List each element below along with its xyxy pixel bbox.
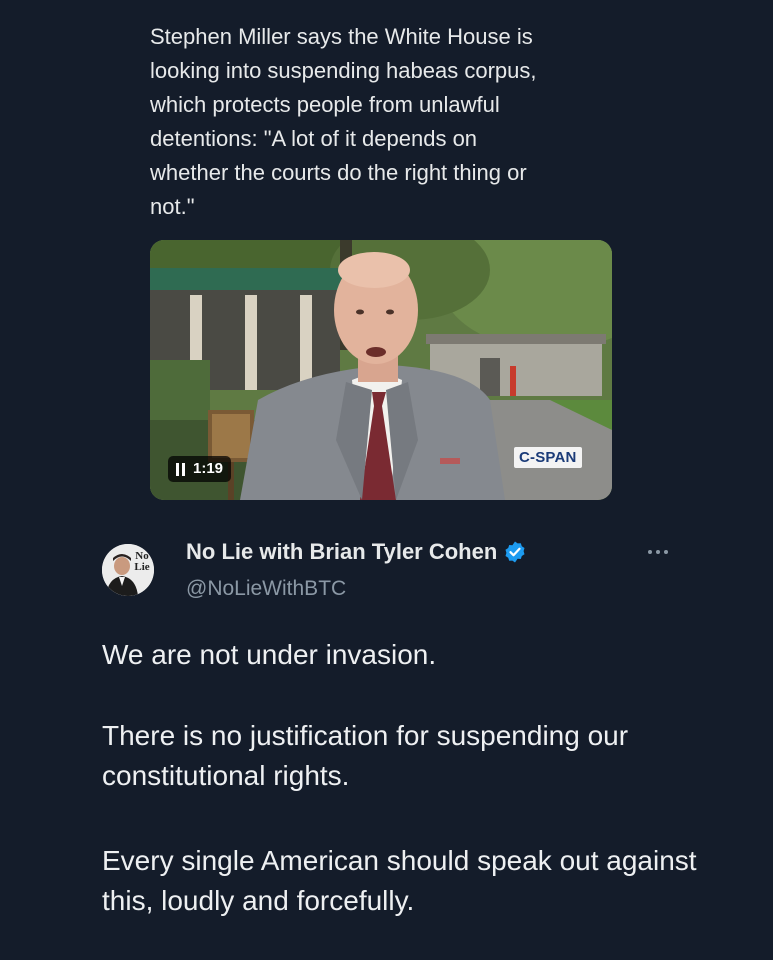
author-name[interactable]: No Lie with Brian Tyler Cohen [186, 539, 497, 565]
pause-icon[interactable] [176, 462, 185, 476]
quoted-post-text: Stephen Miller says the White House is l… [150, 24, 537, 219]
video-duration-badge[interactable]: 1:19 [168, 456, 232, 482]
post-paragraph-2: There is no justification for suspending… [102, 720, 629, 791]
avatar-image: No Lie [102, 544, 154, 596]
post-paragraph-3: Every single American should speak out a… [102, 845, 697, 916]
video-duration: 1:19 [193, 460, 224, 477]
cspan-watermark: C-SPAN [514, 447, 582, 468]
avatar-logo-lie: Lie [134, 561, 149, 573]
avatar[interactable]: No Lie [102, 544, 154, 596]
post-paragraph-1: We are not under invasion. [102, 639, 437, 670]
author-handle[interactable]: @NoLieWithBTC [186, 577, 346, 601]
video-player[interactable]: 1:19 C-SPAN [150, 240, 612, 500]
author-name-row[interactable]: No Lie with Brian Tyler Cohen [186, 539, 527, 565]
verified-badge-icon [505, 541, 525, 563]
more-options-icon[interactable] [648, 542, 678, 562]
